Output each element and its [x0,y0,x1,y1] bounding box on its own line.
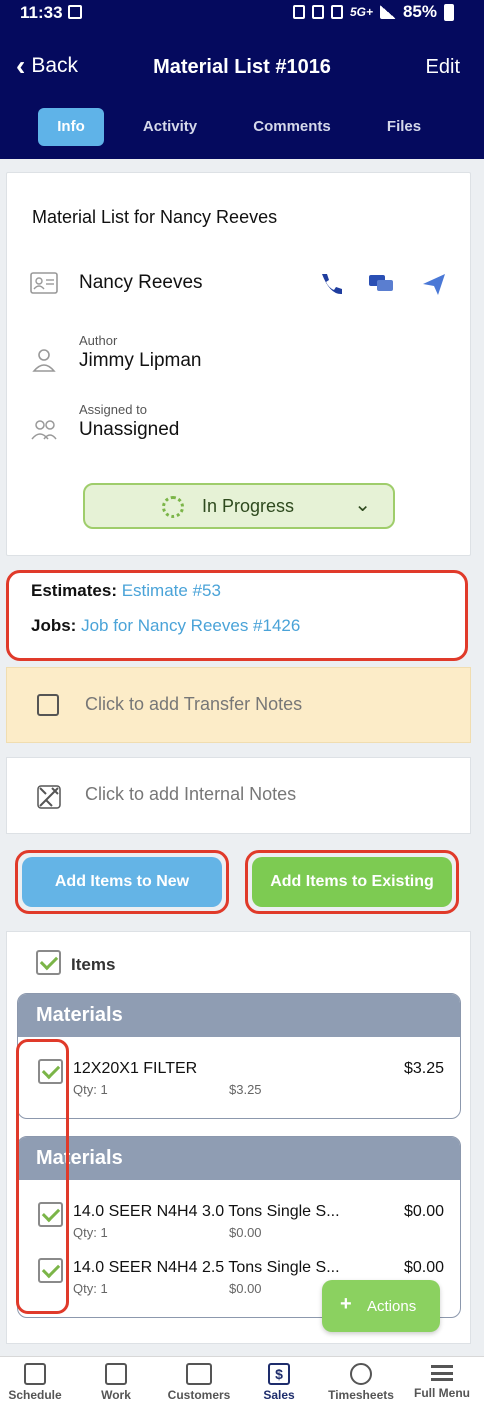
header: ‹ Back Material List #1016 Edit Info Act… [0,26,484,159]
estimates-row: Estimates: Estimate #53 [31,581,221,601]
plus-icon: + [340,1293,352,1315]
actions-label: Actions [367,1298,417,1315]
nav-customers[interactable]: Customers [163,1363,235,1402]
item-amount: $0.00 [229,1281,262,1296]
image-notification-icon [68,5,82,19]
item-price: $0.00 [403,1203,444,1220]
nav-label: Full Menu [414,1386,470,1400]
assigned-label: Assigned to [79,402,147,417]
jobs-row: Jobs: Job for Nancy Reeves #1426 [31,616,300,636]
calendar-icon [24,1363,46,1385]
author-name: Jimmy Lipman [79,350,202,371]
add-items-existing-highlight: Add Items to Existing [245,850,459,914]
page-title: Material List #1016 [153,56,331,78]
materials-group: Materials 12X20X1 FILTER $3.25 Qty: 1 $3… [17,993,461,1119]
network-type: 5G+ [349,5,373,19]
list-item[interactable]: 12X20X1 FILTER $3.25 Qty: 1 $3.25 [18,1059,460,1110]
linked-records: Estimates: Estimate #53 Jobs: Job for Na… [6,570,468,661]
signal-icon [379,5,396,19]
nav-sales[interactable]: $ Sales [257,1363,301,1402]
add-items-existing-button[interactable]: Add Items to Existing [252,857,452,907]
tab-bar: Info Activity Comments Files [0,108,484,148]
hamburger-menu-icon [431,1365,453,1381]
chevron-down-icon: ⌄ [354,494,371,516]
items-select-all-checkbox[interactable] [36,950,61,975]
item-name: 14.0 SEER N4H4 3.0 Tons Single S... [73,1203,340,1220]
phone-icon[interactable] [317,271,343,297]
item-qty: Qty: 1 [73,1082,108,1097]
internal-notes-placeholder: Click to add Internal Notes [85,784,297,804]
item-amount: $0.00 [229,1225,262,1240]
info-card: Material List for Nancy Reeves Nancy Ree… [6,172,471,556]
item-price: $0.00 [403,1259,444,1276]
checkbox-column-highlight [16,1039,69,1314]
clipboard-icon [105,1363,127,1385]
nav-timesheets[interactable]: Timesheets [324,1363,398,1402]
dollar-icon: $ [268,1363,290,1385]
add-items-new-button[interactable]: Add Items to New [22,857,222,907]
mute-icon [330,5,343,19]
battery-icon [444,3,454,21]
actions-fab[interactable]: + Actions [322,1280,440,1332]
nav-full-menu[interactable]: Full Menu [411,1363,473,1400]
item-qty: Qty: 1 [73,1281,108,1296]
transfer-notes[interactable]: Click to add Transfer Notes [6,667,471,743]
nav-label: Schedule [8,1388,62,1402]
nav-label: Timesheets [328,1388,394,1402]
message-icon[interactable] [368,271,394,297]
battery-percent: 85% [402,2,437,21]
send-icon[interactable] [421,271,447,297]
status-time: 11:33 [20,3,63,22]
list-item[interactable]: 14.0 SEER N4H4 3.0 Tons Single S... $0.0… [18,1202,460,1253]
status-dropdown[interactable]: In Progress ⌄ [83,483,395,529]
nfc-icon [311,5,324,19]
user-icon [32,349,56,372]
internal-notes[interactable]: Click to add Internal Notes [6,757,471,834]
edit-button[interactable]: Edit [426,56,460,79]
job-link[interactable]: Job for Nancy Reeves #1426 [81,616,300,635]
assigned-name[interactable]: Unassigned [79,419,179,441]
estimate-link[interactable]: Estimate #53 [122,581,221,600]
nav-label: Customers [167,1388,231,1402]
stopwatch-icon [350,1363,372,1385]
items-label: Items [71,955,116,974]
author-label: Author [79,333,118,348]
transfer-notes-placeholder: Click to add Transfer Notes [85,694,303,714]
tab-activity[interactable]: Activity [130,108,210,146]
contact-card-icon [30,272,58,294]
status-icons: 5G+ 85% [292,2,454,22]
users-icon [31,420,57,440]
item-qty: Qty: 1 [73,1225,108,1240]
contact-card-icon [186,1363,212,1385]
bottom-nav: Schedule Work Customers $ Sales Timeshee… [0,1356,484,1414]
status-label: In Progress [202,496,295,516]
group-title: Materials [18,994,460,1037]
material-list-title: Material List for Nancy Reeves [32,207,278,227]
customer-name[interactable]: Nancy Reeves [79,272,203,294]
tab-comments[interactable]: Comments [245,108,339,146]
nav-work[interactable]: Work [91,1363,141,1402]
jobs-label: Jobs: [31,616,77,635]
group-title: Materials [18,1137,460,1180]
tab-files[interactable]: Files [370,108,438,146]
item-price: $3.25 [403,1060,444,1077]
nav-label: Work [101,1388,131,1402]
nav-label: Sales [263,1388,295,1402]
nav-schedule[interactable]: Schedule [5,1363,65,1402]
in-progress-icon [162,496,184,518]
item-name: 12X20X1 FILTER [73,1060,198,1077]
add-items-new-highlight: Add Items to New [15,850,229,914]
item-amount: $3.25 [229,1082,262,1097]
battery-saver-icon [292,5,305,19]
item-name: 14.0 SEER N4H4 2.5 Tons Single S... [73,1259,340,1276]
estimates-label: Estimates: [31,581,117,600]
status-bar: 11:33 5G+ 85% [0,0,484,26]
tools-icon [37,785,61,809]
note-icon [37,694,59,716]
tab-info[interactable]: Info [38,108,104,146]
